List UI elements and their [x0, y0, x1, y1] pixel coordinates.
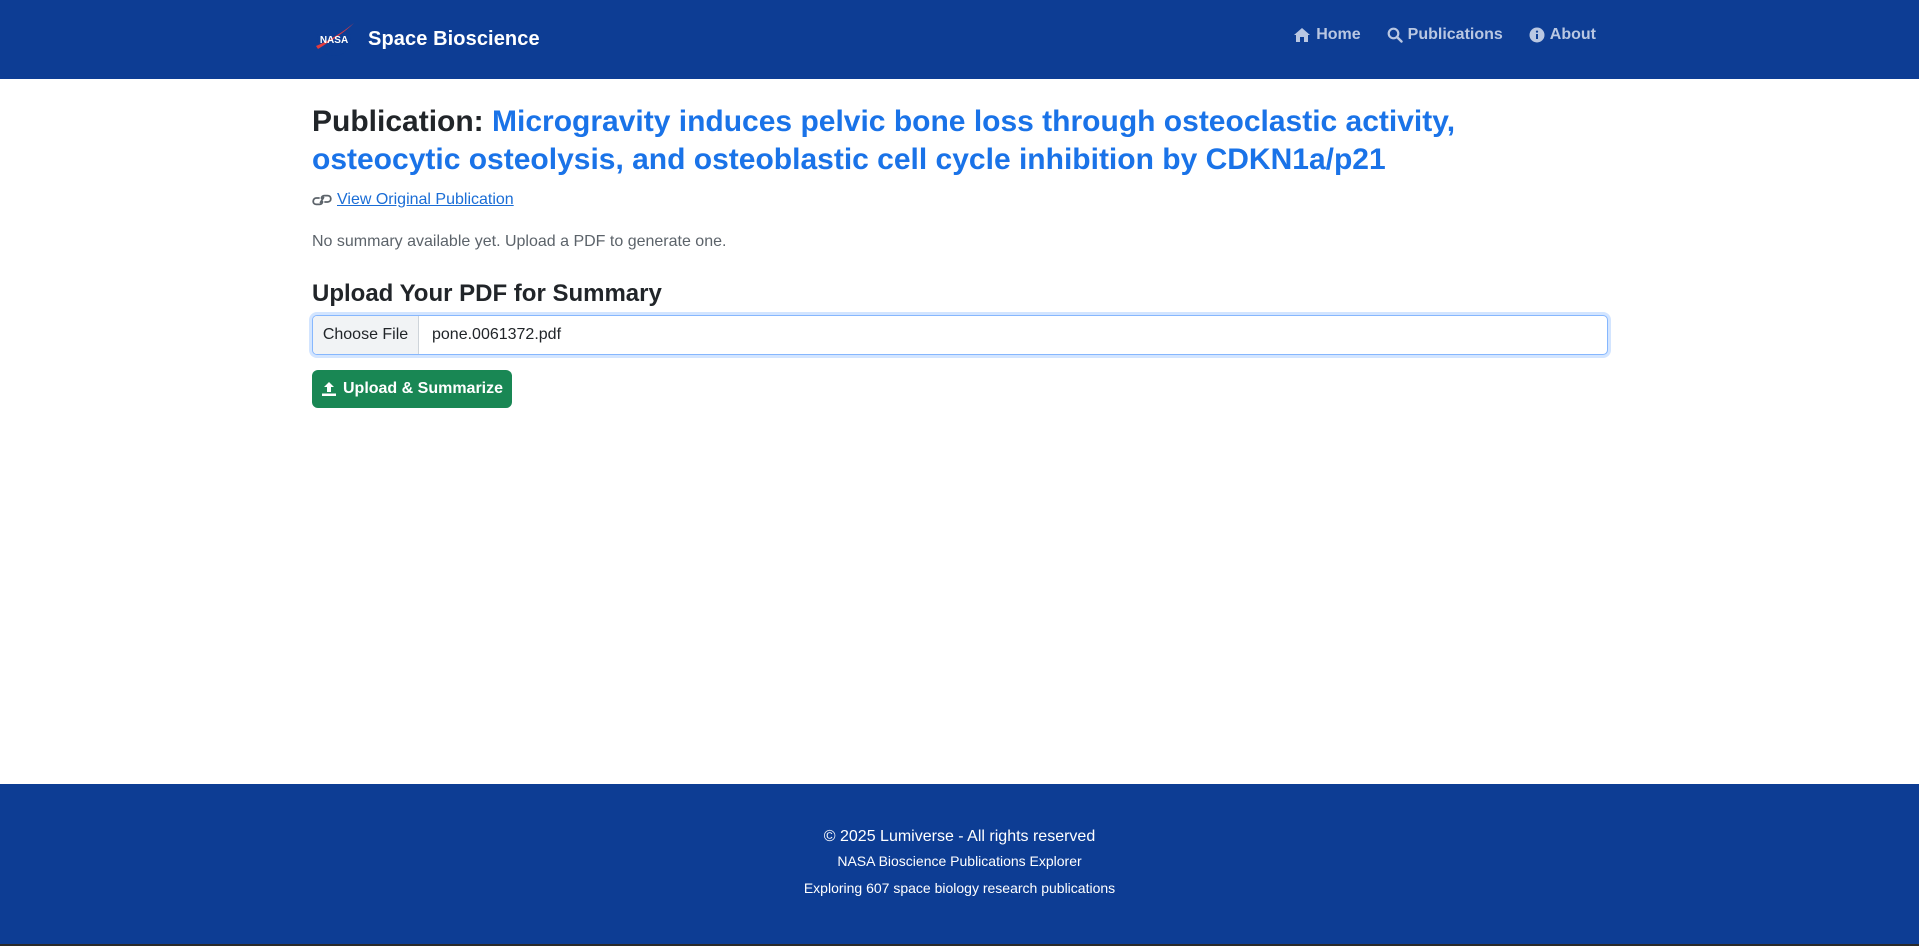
- upload-summarize-label: Upload & Summarize: [342, 380, 504, 397]
- nasa-logo-icon: NASA: [316, 22, 354, 56]
- footer-copyright: © 2025 Lumiverse - All rights reserved: [823, 828, 1096, 845]
- footer: © 2025 Lumiverse - All rights reserved N…: [0, 784, 1919, 946]
- nav-publications[interactable]: Publications: [1387, 26, 1503, 44]
- upload-icon: [321, 382, 336, 396]
- nav-links: Home Publications About: [1267, 26, 1596, 44]
- nav-home-label: Home: [1316, 26, 1361, 43]
- summary-text: No summary available yet. Upload a PDF t…: [312, 233, 727, 250]
- footer-publication-count: Exploring 607 space biology research pub…: [803, 880, 1116, 896]
- nav-home[interactable]: Home: [1293, 26, 1361, 44]
- view-original-row: View Original Publication: [312, 191, 514, 209]
- footer-subtitle: NASA Bioscience Publications Explorer: [837, 853, 1082, 869]
- link-icon: [312, 194, 332, 206]
- nav-about-label: About: [1549, 26, 1596, 43]
- top-navbar: NASA Space Bioscience Home Publications …: [0, 0, 1919, 79]
- upload-heading: Upload Your PDF for Summary: [312, 280, 662, 307]
- selected-file-name: pone.0061372.pdf: [432, 326, 562, 343]
- brand[interactable]: NASA Space Bioscience: [312, 19, 540, 59]
- pdf-file-input[interactable]: Choose File pone.0061372.pdf: [312, 315, 1608, 355]
- home-icon: [1294, 28, 1311, 42]
- search-icon: [1387, 27, 1403, 43]
- nav-publications-label: Publications: [1407, 26, 1503, 43]
- info-circle-icon: [1529, 27, 1545, 43]
- choose-file-button[interactable]: Choose File: [313, 316, 419, 354]
- title-prefix: Publication:: [312, 105, 484, 138]
- nasa-logo-text: NASA: [320, 35, 348, 46]
- brand-name[interactable]: Space Bioscience: [368, 28, 540, 51]
- upload-summarize-button[interactable]: Upload & Summarize: [312, 370, 512, 408]
- view-original-link[interactable]: View Original Publication: [337, 191, 514, 209]
- page-title: Publication: Microgravity induces pelvic…: [312, 103, 1608, 179]
- nav-about[interactable]: About: [1529, 26, 1596, 44]
- publication-title: Microgravity induces pelvic bone loss th…: [312, 105, 1456, 176]
